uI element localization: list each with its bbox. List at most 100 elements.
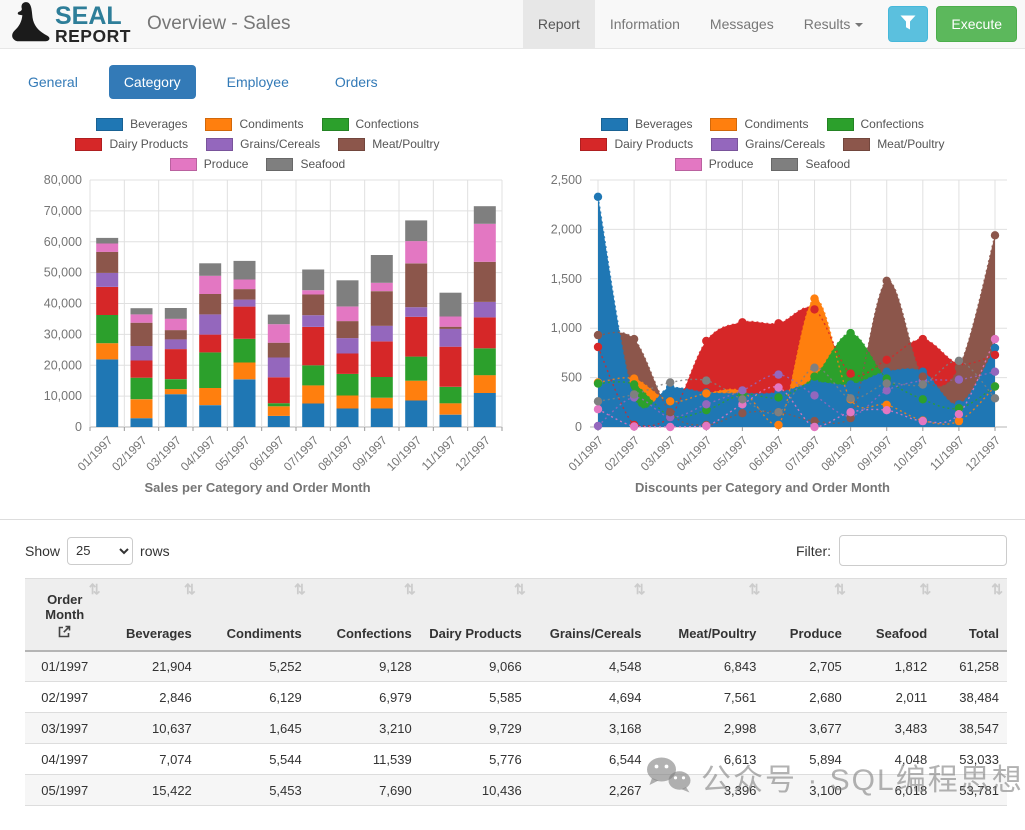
svg-text:02/1997: 02/1997 [109, 433, 150, 474]
column-header-total[interactable]: ⇅Total [935, 579, 1007, 651]
value-cell: 61,258 [935, 651, 1007, 682]
discounts-chart-title: Discounts per Category and Order Month [510, 480, 1015, 495]
nav-item-report[interactable]: Report [523, 0, 595, 48]
legend-swatch [601, 118, 628, 131]
svg-text:09/1997: 09/1997 [854, 433, 895, 474]
legend-item-meat-poultry[interactable]: Meat/Poultry [338, 137, 439, 151]
column-header-order-month[interactable]: ⇅Order Month [25, 579, 105, 651]
legend-item-seafood[interactable]: Seafood [771, 157, 850, 171]
value-cell: 5,453 [200, 775, 310, 806]
sort-icon[interactable]: ⇅ [834, 581, 846, 598]
legend-item-seafood[interactable]: Seafood [266, 157, 345, 171]
discounts-chart-card: Beverages Condiments Confections Dairy Prod… [510, 111, 1015, 495]
external-link-icon[interactable] [33, 625, 97, 641]
sort-icon[interactable]: ⇅ [749, 581, 761, 598]
legend-item-beverages[interactable]: Beverages [601, 117, 692, 131]
legend-item-condiments[interactable]: Condiments [710, 117, 808, 131]
svg-text:30,000: 30,000 [44, 327, 82, 341]
nav-item-information[interactable]: Information [595, 0, 695, 48]
order-month-cell: 02/1997 [25, 682, 105, 713]
tab-orders[interactable]: Orders [320, 65, 393, 99]
column-header-confections[interactable]: ⇅Confections [310, 579, 420, 651]
column-header-condiments[interactable]: ⇅Condiments [200, 579, 310, 651]
column-header-produce[interactable]: ⇅Produce [764, 579, 849, 651]
svg-text:60,000: 60,000 [44, 235, 82, 249]
rows-label: rows [140, 543, 170, 559]
value-cell: 9,729 [420, 713, 530, 744]
svg-text:07/1997: 07/1997 [782, 433, 823, 474]
svg-text:04/1997: 04/1997 [178, 433, 219, 474]
svg-text:05/1997: 05/1997 [212, 433, 253, 474]
legend-item-grains-cereals[interactable]: Grains/Cereals [206, 137, 320, 151]
value-cell: 10,637 [105, 713, 200, 744]
column-header-meat-poultry[interactable]: ⇅Meat/Poultry [649, 579, 764, 651]
value-cell: 3,210 [310, 713, 420, 744]
legend-label: Seafood [805, 157, 850, 171]
value-cell: 3,677 [764, 713, 849, 744]
page-size-select[interactable]: 25 [67, 537, 133, 565]
svg-text:08/1997: 08/1997 [315, 433, 356, 474]
table-header-row: ⇅Order Month⇅Beverages⇅Condiments⇅Confec… [25, 579, 1007, 651]
legend-item-produce[interactable]: Produce [170, 157, 249, 171]
navbar-right: ReportInformationMessagesResults Execute [523, 0, 1025, 48]
value-cell: 15,422 [105, 775, 200, 806]
legend-item-confections[interactable]: Confections [322, 117, 419, 131]
value-cell: 2,267 [530, 775, 650, 806]
column-header-beverages[interactable]: ⇅Beverages [105, 579, 200, 651]
filter-button[interactable] [888, 6, 928, 42]
logo-line2: REPORT [55, 28, 131, 45]
value-cell: 7,561 [649, 682, 764, 713]
legend-swatch [675, 158, 702, 171]
svg-text:500: 500 [561, 371, 582, 385]
value-cell: 3,483 [850, 713, 935, 744]
legend-swatch [771, 158, 798, 171]
value-cell: 6,979 [310, 682, 420, 713]
legend-item-confections[interactable]: Confections [827, 117, 924, 131]
tab-general[interactable]: General [13, 65, 93, 99]
sort-icon[interactable]: ⇅ [514, 581, 526, 598]
table-row: 02/19972,8466,1296,9795,5854,6947,5612,6… [25, 682, 1007, 713]
column-label: Grains/Cereals [538, 626, 642, 641]
value-cell: 5,252 [200, 651, 310, 682]
legend-swatch [710, 118, 737, 131]
nav-item-messages[interactable]: Messages [695, 0, 789, 48]
legend-row: Produce Seafood [510, 157, 1015, 171]
seal-report-logo[interactable]: SEAL REPORT [8, 0, 131, 48]
value-cell: 21,904 [105, 651, 200, 682]
tab-category[interactable]: Category [109, 65, 196, 99]
legend-label: Meat/Poultry [877, 137, 944, 151]
sort-icon[interactable]: ⇅ [919, 581, 931, 598]
sort-icon[interactable]: ⇅ [991, 581, 1003, 598]
legend-item-meat-poultry[interactable]: Meat/Poultry [843, 137, 944, 151]
value-cell: 1,812 [850, 651, 935, 682]
sort-icon[interactable]: ⇅ [404, 581, 416, 598]
sort-icon[interactable]: ⇅ [294, 581, 306, 598]
execute-button[interactable]: Execute [936, 6, 1017, 42]
column-header-dairy-products[interactable]: ⇅ Dairy Products [420, 579, 530, 651]
svg-text:40,000: 40,000 [44, 297, 82, 311]
value-cell: 4,048 [850, 744, 935, 775]
legend-item-grains-cereals[interactable]: Grains/Cereals [711, 137, 825, 151]
value-cell: 6,544 [530, 744, 650, 775]
legend-item-beverages[interactable]: Beverages [96, 117, 187, 131]
sales-chart-legend: Beverages Condiments Confections Dairy Prod… [5, 117, 510, 171]
column-header-seafood[interactable]: ⇅Seafood [850, 579, 935, 651]
filter-input[interactable] [839, 535, 1007, 566]
column-header-grains-cereals[interactable]: ⇅ Grains/Cereals [530, 579, 650, 651]
column-label: Dairy Products [428, 626, 522, 641]
nav-item-results[interactable]: Results [789, 0, 879, 48]
legend-item-condiments[interactable]: Condiments [205, 117, 303, 131]
sort-icon[interactable]: ⇅ [89, 581, 101, 598]
value-cell: 1,645 [200, 713, 310, 744]
tab-employee[interactable]: Employee [212, 65, 304, 99]
legend-item-dairy-products[interactable]: Dairy Products [75, 137, 188, 151]
value-cell: 53,033 [935, 744, 1007, 775]
sort-icon[interactable]: ⇅ [634, 581, 646, 598]
svg-text:1,000: 1,000 [551, 321, 582, 335]
legend-item-produce[interactable]: Produce [675, 157, 754, 171]
sales-chart-card: Beverages Condiments Confections Dairy Prod… [5, 111, 510, 495]
legend-item-dairy-products[interactable]: Dairy Products [580, 137, 693, 151]
table-wrap: ⇅Order Month⇅Beverages⇅Condiments⇅Confec… [0, 578, 1025, 806]
sort-icon[interactable]: ⇅ [184, 581, 196, 598]
svg-text:06/1997: 06/1997 [246, 433, 287, 474]
